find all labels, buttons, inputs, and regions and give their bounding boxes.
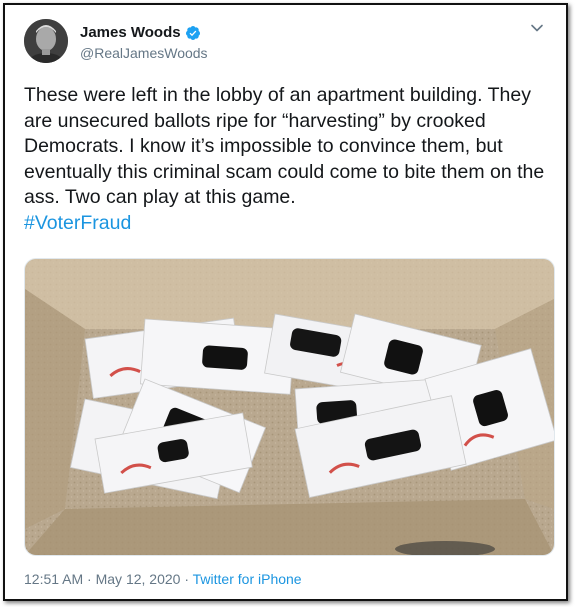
tweet-time[interactable]: 12:51 AM [24,571,83,587]
meta-separator: · [184,571,190,587]
profile-photo-icon [24,19,68,63]
tweet-text: These were left in the lobby of an apart… [24,84,545,208]
author-name-row[interactable]: James Woods [80,24,201,41]
chevron-down-icon[interactable] [530,21,544,35]
author-name[interactable]: James Woods [80,24,181,41]
tweet-photo[interactable] [24,258,555,556]
meta-separator: · [87,571,92,587]
tweet-body: These were left in the lobby of an apart… [24,83,564,236]
tweet-source-link[interactable]: Twitter for iPhone [193,571,302,587]
avatar[interactable] [24,19,68,63]
photo-of-ballot-envelopes-icon [25,259,554,555]
verified-badge-icon [185,25,200,40]
tweet-date[interactable]: May 12, 2020 [96,571,181,587]
hashtag-link[interactable]: #VoterFraud [24,212,131,234]
tweet-meta: 12:51 AM · May 12, 2020 · Twitter for iP… [24,571,302,587]
author-handle[interactable]: @RealJamesWoods [80,45,208,61]
tweet-card: James Woods @RealJamesWoods These were l… [3,3,568,601]
